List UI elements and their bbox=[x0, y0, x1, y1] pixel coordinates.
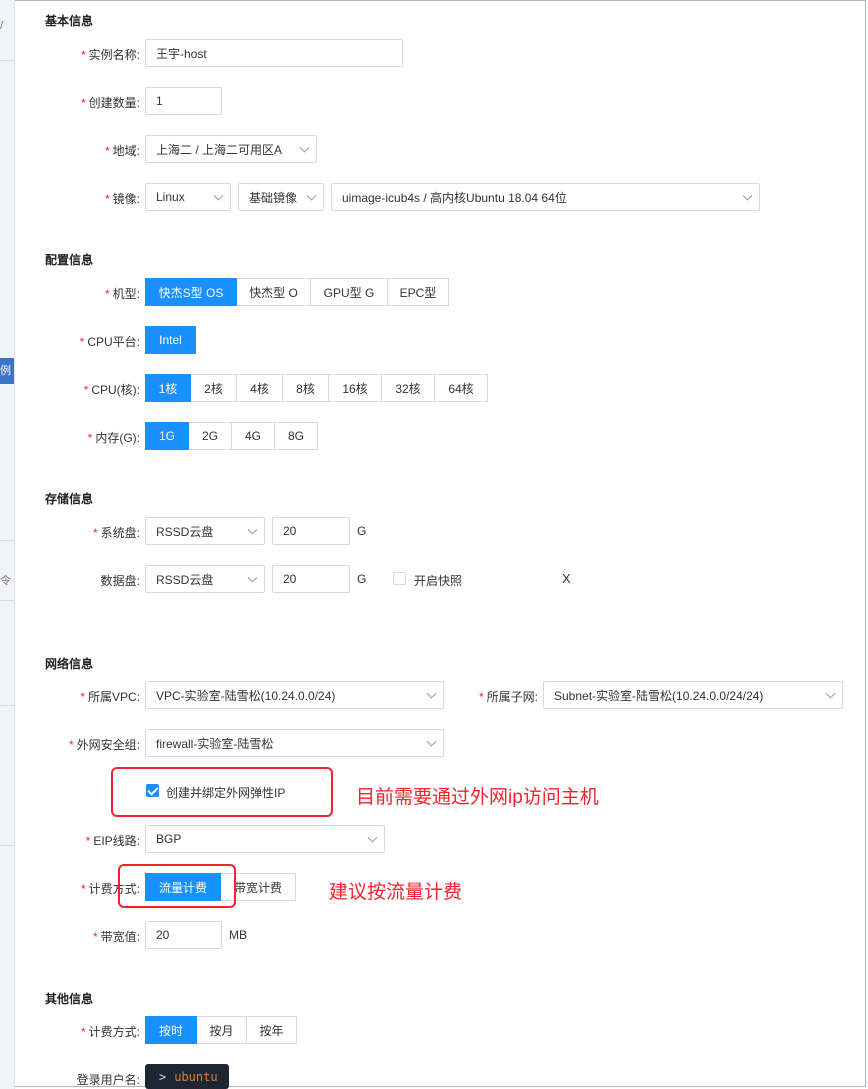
machine-option-epc[interactable]: EPC型 bbox=[387, 278, 449, 306]
eip-checkbox[interactable] bbox=[146, 784, 159, 797]
count-input[interactable]: 1 bbox=[145, 87, 222, 115]
firewall-label: * 外网安全组: bbox=[68, 738, 140, 752]
region-label: * 地域: bbox=[104, 144, 140, 158]
subnet-select[interactable]: Subnet-实验室-陆雪松(10.24.0.0/24/24) bbox=[543, 681, 843, 709]
snapshot-label: 开启快照 bbox=[414, 574, 463, 588]
system-disk-unit: G bbox=[357, 524, 367, 538]
memory-option[interactable]: 4G bbox=[231, 422, 275, 450]
cpu-option[interactable]: 2核 bbox=[190, 374, 237, 402]
cpu-group: 1核 2核 4核 8核 16核 32核 64核 bbox=[145, 374, 488, 402]
billing-option-yearly[interactable]: 按年 bbox=[246, 1016, 297, 1044]
billing-option-hourly[interactable]: 按时 bbox=[145, 1016, 197, 1044]
chevron-down-icon bbox=[306, 190, 317, 201]
chevron-down-icon bbox=[426, 688, 437, 699]
memory-label: * 内存(G): bbox=[87, 431, 140, 445]
bandwidth-label: * 带宽值: bbox=[92, 930, 140, 944]
instance-name-label: * 实例名称: bbox=[80, 48, 140, 62]
chevron-down-icon bbox=[247, 572, 258, 583]
chevron-down-icon bbox=[213, 190, 224, 201]
section-title-basic: 基本信息 bbox=[45, 14, 94, 28]
machine-type-group: 快杰S型 OS 快杰型 O GPU型 G EPC型 bbox=[145, 278, 449, 306]
screenshot-frame bbox=[0, 0, 866, 1087]
bandwidth-unit: MB bbox=[229, 928, 247, 942]
machine-type-label: * 机型: bbox=[104, 287, 140, 301]
cpu-platform-group: Intel bbox=[145, 326, 196, 354]
section-title-storage: 存储信息 bbox=[45, 492, 94, 506]
left-strip-divider bbox=[0, 540, 14, 541]
region-select[interactable]: 上海二 / 上海二可用区A bbox=[145, 135, 317, 163]
chevron-down-icon bbox=[825, 688, 836, 699]
left-strip-char: / bbox=[0, 20, 4, 32]
left-strip-divider bbox=[0, 60, 14, 61]
left-sidebar-strip: / 例 令 bbox=[0, 0, 15, 1089]
image-type-select[interactable]: 基础镜像 bbox=[238, 183, 324, 211]
memory-group: 1G 2G 4G 8G bbox=[145, 422, 318, 450]
image-os-select[interactable]: Linux bbox=[145, 183, 231, 211]
left-strip-divider bbox=[0, 600, 14, 601]
machine-option-fast-s[interactable]: 快杰S型 OS bbox=[145, 278, 237, 306]
cpu-option[interactable]: 4核 bbox=[236, 374, 283, 402]
section-title-network: 网络信息 bbox=[45, 657, 94, 671]
memory-option[interactable]: 1G bbox=[145, 422, 189, 450]
chevron-down-icon bbox=[742, 190, 753, 201]
prompt-icon: > bbox=[159, 1069, 167, 1084]
firewall-select[interactable]: firewall-实验室-陆雪松 bbox=[145, 729, 444, 757]
image-label: * 镜像: bbox=[104, 192, 140, 206]
snapshot-checkbox[interactable] bbox=[393, 572, 406, 585]
image-name-select[interactable]: uimage-icub4s / 高内核Ubuntu 18.04 64位 bbox=[331, 183, 760, 211]
machine-option-fast-o[interactable]: 快杰型 O bbox=[236, 278, 311, 306]
other-billing-group: 按时 按月 按年 bbox=[145, 1016, 297, 1044]
remove-data-disk-button[interactable]: X bbox=[562, 571, 571, 586]
section-title-config: 配置信息 bbox=[45, 253, 94, 267]
billing-option-traffic[interactable]: 流量计费 bbox=[145, 873, 221, 901]
cpu-option[interactable]: 16核 bbox=[328, 374, 382, 402]
data-disk-type-select[interactable]: RSSD云盘 bbox=[145, 565, 265, 593]
system-disk-label: * 系统盘: bbox=[92, 526, 140, 540]
cpu-option[interactable]: 8核 bbox=[282, 374, 329, 402]
billing-option-monthly[interactable]: 按月 bbox=[196, 1016, 247, 1044]
login-user-label: 登录用户名: bbox=[76, 1073, 140, 1087]
other-billing-label: * 计费方式: bbox=[80, 1025, 140, 1039]
cpu-option[interactable]: 32核 bbox=[381, 374, 435, 402]
eip-line-select[interactable]: BGP bbox=[145, 825, 385, 853]
chevron-down-icon bbox=[367, 832, 378, 843]
system-disk-size-input[interactable]: 20 bbox=[272, 517, 350, 545]
vpc-select[interactable]: VPC-实验室-陆雪松(10.24.0.0/24) bbox=[145, 681, 444, 709]
network-billing-group: 流量计费 带宽计费 bbox=[145, 873, 296, 901]
data-disk-unit: G bbox=[357, 572, 367, 586]
left-strip-char: 令 bbox=[0, 575, 11, 587]
instance-name-input[interactable]: 王宇-host bbox=[145, 39, 403, 67]
annotation-eip-note: 目前需要通过外网ip访问主机 bbox=[356, 787, 599, 808]
data-disk-size-input[interactable]: 20 bbox=[272, 565, 350, 593]
eip-line-label: * EIP线路: bbox=[85, 834, 140, 848]
chevron-down-icon bbox=[426, 736, 437, 747]
chevron-down-icon bbox=[247, 524, 258, 535]
cpu-platform-option-intel[interactable]: Intel bbox=[145, 326, 196, 354]
annotation-billing-note: 建议按流量计费 bbox=[329, 882, 463, 903]
login-user-value: ubuntu bbox=[174, 1069, 218, 1084]
left-strip-active-item[interactable]: 例 bbox=[0, 358, 14, 384]
left-strip-divider bbox=[0, 705, 14, 706]
cpu-platform-label: * CPU平台: bbox=[79, 335, 140, 349]
system-disk-type-select[interactable]: RSSD云盘 bbox=[145, 517, 265, 545]
data-disk-label: 数据盘: bbox=[100, 574, 140, 588]
count-label: * 创建数量: bbox=[80, 96, 140, 110]
vpc-label: * 所属VPC: bbox=[80, 690, 140, 704]
memory-option[interactable]: 2G bbox=[188, 422, 232, 450]
cpu-label: * CPU(核): bbox=[83, 383, 140, 397]
login-user-terminal: > ubuntu bbox=[145, 1064, 229, 1089]
memory-option[interactable]: 8G bbox=[274, 422, 318, 450]
bandwidth-input[interactable]: 20 bbox=[145, 921, 222, 949]
cpu-option[interactable]: 1核 bbox=[145, 374, 191, 402]
section-title-other: 其他信息 bbox=[45, 992, 94, 1006]
machine-option-gpu[interactable]: GPU型 G bbox=[310, 278, 388, 306]
chevron-down-icon bbox=[299, 142, 310, 153]
eip-checkbox-label: 创建并绑定外网弹性IP bbox=[166, 786, 286, 800]
left-strip-divider bbox=[0, 845, 14, 846]
cpu-option[interactable]: 64核 bbox=[434, 374, 488, 402]
subnet-label: * 所属子网: bbox=[478, 690, 538, 704]
